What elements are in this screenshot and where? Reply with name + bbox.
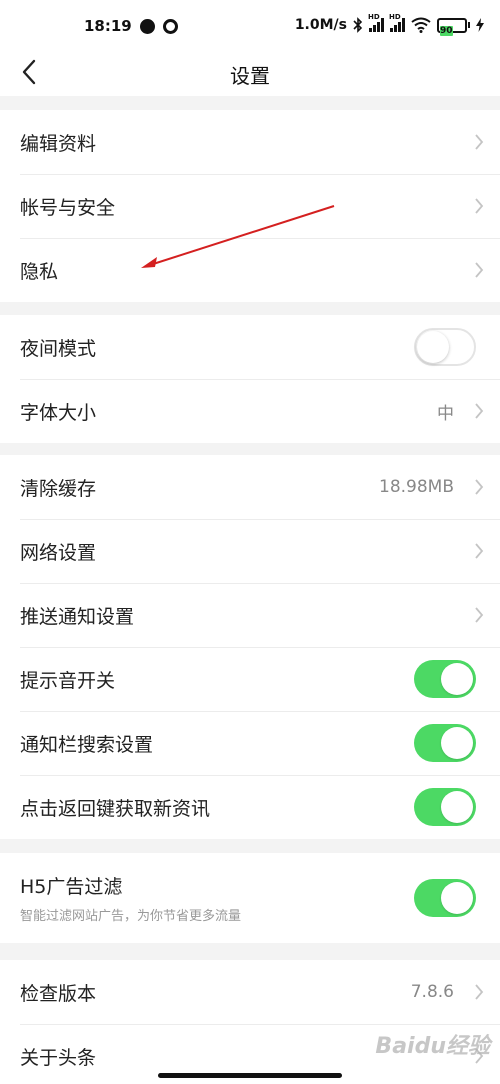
sound-switch-row: 提示音开关 <box>0 647 500 711</box>
ad-filter-row: H5广告过滤 智能过滤网站广告，为你节省更多流量 <box>0 853 500 943</box>
network-settings-row[interactable]: 网络设置 <box>0 519 500 583</box>
toggle-knob <box>441 882 473 914</box>
notification-search-toggle[interactable] <box>414 724 476 762</box>
night-mode-row: 夜间模式 <box>0 315 500 379</box>
row-label: 清除缓存 <box>20 477 97 500</box>
row-label: 关于头条 <box>20 1046 97 1069</box>
signal-icon: HD <box>368 13 384 32</box>
globe-icon <box>139 18 155 34</box>
row-label: 编辑资料 <box>20 132 97 155</box>
chevron-right-icon <box>475 134 484 150</box>
version-value: 7.8.6 <box>410 982 454 1002</box>
row-label: 字体大小 <box>20 401 97 424</box>
row-label: 通知栏搜索设置 <box>20 733 154 756</box>
edit-profile-row[interactable]: 编辑资料 <box>0 110 500 174</box>
row-label: 提示音开关 <box>20 669 116 692</box>
toggle-knob <box>417 331 449 363</box>
font-size-value: 中 <box>437 403 454 424</box>
push-notification-row[interactable]: 推送通知设置 <box>0 583 500 647</box>
status-bar: 18:19 1.0M/s HD HD 90 <box>0 0 500 50</box>
chevron-right-icon <box>475 479 484 495</box>
ad-filter-toggle[interactable] <box>414 879 476 917</box>
row-label: 点击返回键获取新资讯 <box>20 797 211 820</box>
back-key-refresh-row: 点击返回键获取新资讯 <box>0 775 500 839</box>
sync-icon <box>162 18 178 34</box>
row-label: 检查版本 <box>20 982 97 1005</box>
row-label: 推送通知设置 <box>20 605 135 628</box>
bluetooth-icon <box>353 17 363 33</box>
back-key-refresh-toggle[interactable] <box>414 788 476 826</box>
wifi-icon <box>411 17 431 33</box>
about-group: 检查版本 7.8.6 关于头条 <box>0 960 500 1084</box>
check-version-row[interactable]: 检查版本 7.8.6 <box>0 960 500 1024</box>
font-size-row[interactable]: 字体大小 中 <box>0 379 500 443</box>
clear-cache-row[interactable]: 清除缓存 18.98MB <box>0 455 500 519</box>
general-group: 清除缓存 18.98MB 网络设置 推送通知设置 提示音开关 通知栏搜索设置 点… <box>0 455 500 839</box>
row-label: 隐私 <box>20 260 59 283</box>
toggle-knob <box>441 727 473 759</box>
display-group: 夜间模式 字体大小 中 <box>0 315 500 443</box>
home-indicator[interactable] <box>158 1073 342 1078</box>
ad-filter-subtitle: 智能过滤网站广告，为你节省更多流量 <box>20 909 242 924</box>
battery-level: 90 <box>440 25 453 36</box>
night-mode-toggle[interactable] <box>414 328 476 366</box>
network-speed: 1.0M/s <box>294 17 347 33</box>
chevron-right-icon <box>475 607 484 623</box>
chevron-right-icon <box>475 262 484 278</box>
header: 设置 <box>0 50 500 96</box>
battery-icon: 90 <box>437 17 470 36</box>
notification-search-row: 通知栏搜索设置 <box>0 711 500 775</box>
row-label: 夜间模式 <box>20 337 97 360</box>
toggle-knob <box>441 791 473 823</box>
account-group: 编辑资料 帐号与安全 隐私 <box>0 110 500 302</box>
charging-icon <box>476 18 484 32</box>
chevron-right-icon <box>475 543 484 559</box>
signal-icon-2: HD <box>389 13 405 32</box>
page-title: 设置 <box>230 64 270 88</box>
cache-size-value: 18.98MB <box>379 477 454 497</box>
status-time: 18:19 <box>84 17 132 35</box>
baidu-watermark: Baidu经验 <box>375 1034 490 1059</box>
sound-toggle[interactable] <box>414 660 476 698</box>
privacy-row[interactable]: 隐私 <box>0 238 500 302</box>
row-label: 帐号与安全 <box>20 196 116 219</box>
chevron-right-icon <box>475 198 484 214</box>
chevron-right-icon <box>475 984 484 1000</box>
row-label: H5广告过滤 <box>20 876 123 898</box>
row-label: 网络设置 <box>20 541 97 564</box>
chevron-right-icon <box>475 403 484 419</box>
ad-filter-group: H5广告过滤 智能过滤网站广告，为你节省更多流量 <box>0 853 500 943</box>
account-security-row[interactable]: 帐号与安全 <box>0 174 500 238</box>
toggle-knob <box>441 663 473 695</box>
